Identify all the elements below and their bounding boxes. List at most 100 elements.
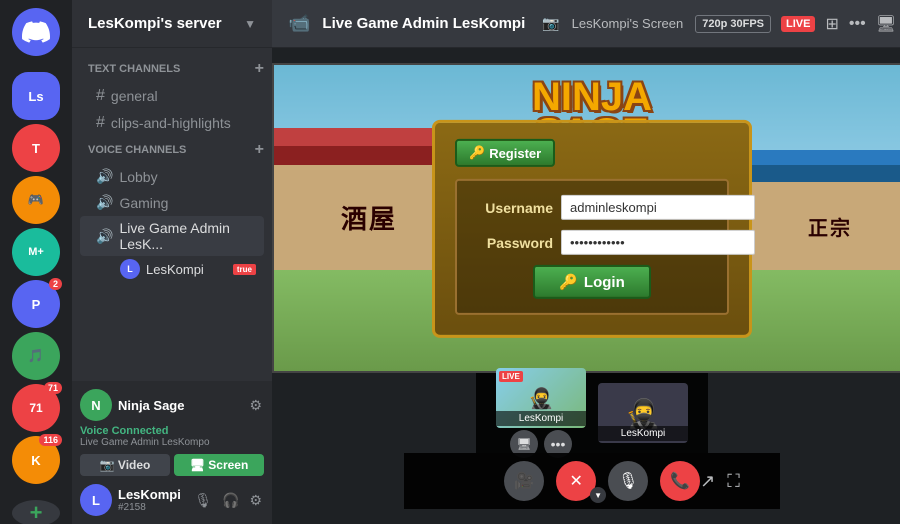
speaker-icon: 🔊 [96,228,113,245]
user-bar-info: Ninja Sage [118,398,241,413]
user-tag: #2158 [118,502,186,513]
login-btn-container: 🔑 Login [473,265,711,299]
stream-area: NINJA SAGE 酒屋 正宗 🌲 🌲 🌲 [272,48,900,524]
user-avatar: L [80,484,112,516]
headset-icon[interactable]: 🎧 [220,490,241,511]
add-voice-channel-button[interactable]: + [255,141,264,159]
person-icon: 🥷 [626,397,661,430]
speaker-icon: 🔊 [96,194,113,211]
user-bar: N Ninja Sage ⚙ Voice Connected Live Game… [72,381,272,524]
server-icon-music[interactable]: 🎵 [12,332,60,380]
voice-channels-label: VOICE CHANNELS [88,144,186,156]
external-icons: ↗ ⛶ [700,471,740,492]
server-icon-label: K [31,453,40,468]
username-info: LesKompi #2158 [118,487,186,513]
channel-lobby[interactable]: 🔊 Lobby [80,164,264,189]
server-icon-leskompi[interactable]: Ls [12,72,60,120]
server-icon-p1[interactable]: P 2 [12,280,60,328]
user-bar-actions: 📷 Video 🖥 Screen [80,454,264,476]
server-icon-game1[interactable]: 🎮 [12,176,60,224]
camera-button[interactable]: 🎥 [504,461,544,501]
stream-title: Live Game Admin LesKompi [322,15,530,32]
avatar: N [80,389,112,421]
voice-channels-header[interactable]: VOICE CHANNELS + [72,137,272,163]
key-icon2: 🔑 [559,273,578,291]
server-icon-m1[interactable]: M+ [12,228,60,276]
screen-button[interactable]: 🖥 Screen [174,454,264,476]
roof-top-right [746,150,900,165]
server-icon-t1[interactable]: T [12,124,60,172]
channel-live-game[interactable]: 🔊 Live Game Admin LesK... [80,216,264,256]
more-options-icon[interactable]: ••• [849,15,866,33]
server-icon-k1[interactable]: K 116 [12,436,60,484]
monitor-icon[interactable]: 🖥 [876,14,896,34]
channels-list: TEXT CHANNELS + # general # clips-and-hi… [72,48,272,381]
voice-channel-label: Live Game Admin LesKompo [80,437,264,448]
server-header[interactable]: LesKompi's server ▼ [72,0,272,48]
dropdown-arrow-icon[interactable]: ▼ [590,487,606,503]
live-badge: true [233,264,256,275]
grid-icon[interactable]: ⊞ [825,14,838,34]
channel-name: general [111,88,158,104]
username-label: Username [473,199,553,215]
channel-general[interactable]: # general [80,83,264,109]
login-button[interactable]: 🔑 Login [533,265,651,299]
stream-col-2: 🥷 LesKompi [598,383,688,443]
server-sidebar: Ls T 🎮 M+ P 2 🎵 71 71 K 116 + 🌐 [0,0,72,524]
camera-stream-icon: 📹 [288,13,310,34]
channel-clips[interactable]: # clips-and-highlights [80,110,264,136]
thumb-live-badge: LIVE [499,371,523,382]
voice-status-text: Voice Connected Live Game Admin LesKompo [80,425,264,448]
settings-icon[interactable]: ⚙ [247,490,264,511]
hash-icon: # [96,114,105,132]
voice-connected-label: Voice Connected [80,425,264,437]
stream-thumb-game[interactable]: LIVE 🥷 LesKompi [496,368,586,428]
add-text-channel-button[interactable]: + [255,60,264,78]
hash-icon: # [96,87,105,105]
roof-right [750,160,900,182]
server-icon-label: 🎮 [28,192,44,208]
password-row: Password [473,230,711,255]
register-label: Register [489,145,541,160]
server-icon-badge2: 71 [44,382,62,394]
top-bar-icons: 720p 30FPS LIVE ⊞ ••• 🖥 [695,14,896,34]
server-icon-label: T [32,141,40,156]
username-label: LesKompi [118,487,186,502]
channel-sidebar: LesKompi's server ▼ TEXT CHANNELS + # ge… [72,0,272,524]
server-icon-badge: 2 [49,278,62,290]
screen-user-label: LesKompi's Screen [572,16,684,31]
voice-username: LesKompi [146,262,204,277]
server-icon-label: 71 [29,401,42,415]
stream-thumb-label1: LesKompi [496,411,586,426]
fps-badge: 720p 30FPS [695,15,771,33]
video-button[interactable]: 📷 Video [80,454,170,476]
user-info-row: L LesKompi #2158 🎙 🎧 ⚙ [80,484,264,516]
external-link-icon[interactable]: ↗ [700,471,715,492]
username-input[interactable] [561,195,755,220]
disconnect-button[interactable]: 📞 [660,461,700,501]
channel-name: Lobby [119,169,157,185]
mute-button[interactable]: 🎙 [608,461,648,501]
fullscreen-icon[interactable]: ⛶ [727,471,740,492]
top-bar: 📹 Live Game Admin LesKompi 📷 LesKompi's … [272,0,900,48]
mic-icon[interactable]: 🎙 [192,490,214,511]
speaker-icon: 🔊 [96,168,113,185]
control-group: 🎥 ✕ ▼ 🎙 📞 [504,461,700,501]
user-settings-icon[interactable]: ⚙ [247,395,264,416]
password-label: Password [473,234,553,250]
building-right: 正宗 [750,160,900,270]
discord-home-button[interactable] [12,8,60,56]
user-controls: 🎙 🎧 ⚙ [192,490,264,511]
password-input[interactable] [561,230,755,255]
add-server-button[interactable]: + [12,500,60,524]
server-icon-label: M+ [28,246,44,258]
server-icon-t2[interactable]: 71 71 [12,384,60,432]
channel-gaming[interactable]: 🔊 Gaming [80,190,264,215]
ninja-icon: 🥷 [529,386,554,411]
server-icon-label: 🎵 [28,348,44,364]
text-channels-header[interactable]: TEXT CHANNELS + [72,56,272,82]
bottom-controls: 🎥 ✕ ▼ 🎙 📞 ↗ ⛶ [404,453,780,509]
voice-user-leskompi[interactable]: L LesKompi true [80,257,264,281]
stream-thumb-person[interactable]: 🥷 LesKompi [598,383,688,443]
register-button[interactable]: 🔑 Register [455,139,555,167]
